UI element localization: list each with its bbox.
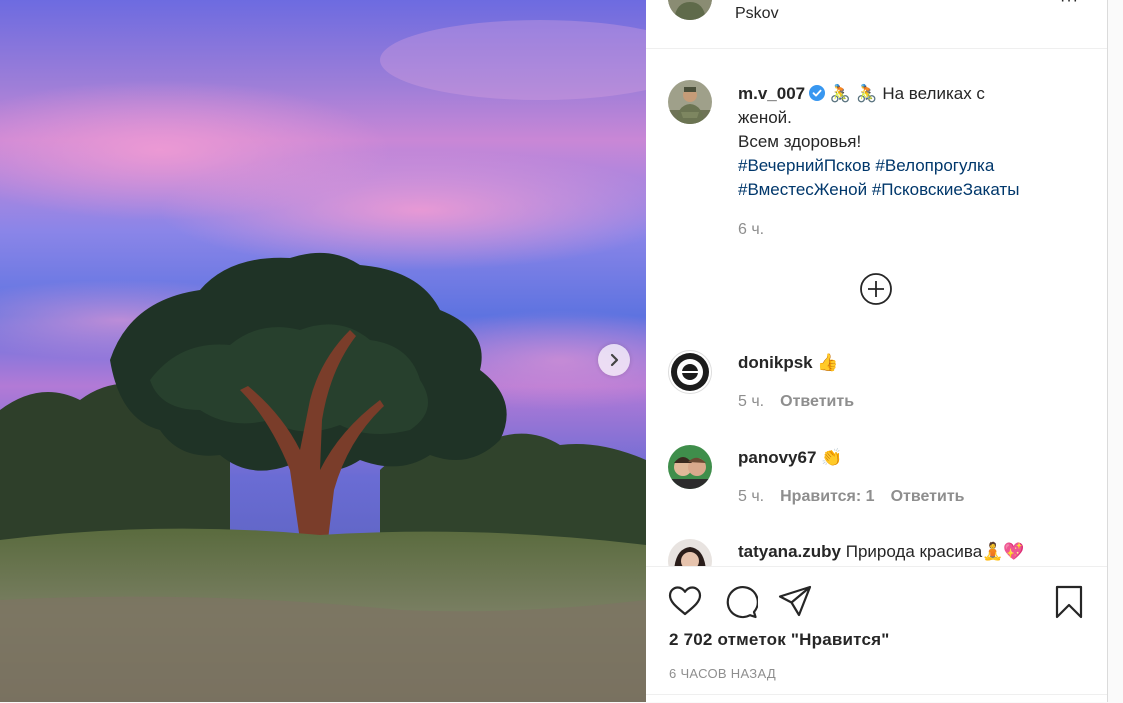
- heart-icon[interactable]: [668, 585, 702, 617]
- reply-button[interactable]: Ответить: [891, 488, 965, 505]
- hashtag-link[interactable]: #Велопрогулка: [875, 156, 994, 175]
- comment-text: panovy67 👏: [738, 446, 842, 470]
- next-photo-button[interactable]: [598, 344, 630, 376]
- likes-count[interactable]: 2 702 отметок "Нравится": [669, 630, 890, 650]
- more-options-icon[interactable]: ···: [1060, 0, 1079, 10]
- caption-text-line2: женой.: [738, 108, 792, 127]
- chevron-right-icon: [610, 353, 619, 367]
- comment-username[interactable]: panovy67: [738, 448, 816, 467]
- avatar-photo: [668, 80, 712, 124]
- avatar-photo: [668, 0, 712, 20]
- post-actions: 2 702 отметок "Нравится" 6 ЧАСОВ НАЗАД: [646, 566, 1107, 703]
- avatar-logo: [671, 353, 709, 391]
- comment-emoji: 🧘💖: [982, 542, 1025, 562]
- comment-text: tatyana.zuby Природа красива🧘💖: [738, 540, 1025, 564]
- load-more-comments-button[interactable]: [860, 273, 892, 305]
- comment-text: donikpsk 👍: [738, 351, 839, 375]
- hashtag-link[interactable]: #ВечернийПсков: [738, 156, 871, 175]
- caption-author-avatar[interactable]: [668, 80, 712, 124]
- comment-username[interactable]: donikpsk: [738, 353, 813, 372]
- verified-badge-icon: [809, 85, 826, 101]
- hashtag-link[interactable]: #ВместесЖеной: [738, 180, 867, 199]
- reply-button[interactable]: Ответить: [780, 393, 854, 410]
- caption-username[interactable]: m.v_007: [738, 84, 805, 103]
- post-header: Pskov ···: [646, 0, 1107, 49]
- comment-body: 👍: [817, 353, 839, 373]
- comment-box-divider: [646, 694, 1107, 695]
- comment-meta: 5 ч. Нравится: 1 Ответить: [738, 488, 965, 506]
- comment-likes-count[interactable]: Нравится: 1: [780, 488, 874, 505]
- post-time-ago[interactable]: 6 ЧАСОВ НАЗАД: [669, 666, 776, 681]
- post-location[interactable]: Pskov: [735, 5, 779, 23]
- comment-time[interactable]: 5 ч.: [738, 488, 764, 505]
- paper-plane-icon[interactable]: [778, 585, 812, 617]
- post-side-panel: Pskov ··· m.v_007 🚴 🚴 На великах с женой…: [646, 0, 1108, 702]
- commenter-avatar[interactable]: [668, 539, 712, 566]
- comments-list[interactable]: m.v_007 🚴 🚴 На великах с женой. Всем здо…: [646, 49, 1107, 566]
- caption-emoji: 🚴 🚴: [829, 84, 878, 104]
- avatar-photo: [668, 445, 712, 489]
- bookmark-icon[interactable]: [1054, 585, 1084, 619]
- caption-timestamp[interactable]: 6 ч.: [738, 221, 764, 239]
- sunset-pine-photo: [0, 0, 646, 702]
- hashtag-link[interactable]: #ПсковскиеЗакаты: [872, 180, 1020, 199]
- post-photo[interactable]: [0, 0, 646, 702]
- post-caption: m.v_007 🚴 🚴 На великах с женой. Всем здо…: [738, 82, 1078, 202]
- comment-username[interactable]: tatyana.zuby: [738, 542, 841, 561]
- author-avatar[interactable]: [668, 0, 712, 20]
- commenter-avatar[interactable]: [668, 445, 712, 489]
- caption-text-line3: Всем здоровья!: [738, 132, 862, 151]
- comment-body: 👏: [821, 448, 843, 468]
- comment-body: Природа красива: [845, 542, 983, 561]
- comment-meta: 5 ч. Ответить: [738, 393, 854, 411]
- comment-icon[interactable]: [724, 585, 758, 619]
- commenter-avatar[interactable]: [668, 350, 712, 394]
- avatar-photo: [668, 539, 712, 566]
- plus-circle-icon: [860, 273, 892, 305]
- caption-text-line1: На великах с: [882, 84, 985, 103]
- comment-time[interactable]: 5 ч.: [738, 393, 764, 410]
